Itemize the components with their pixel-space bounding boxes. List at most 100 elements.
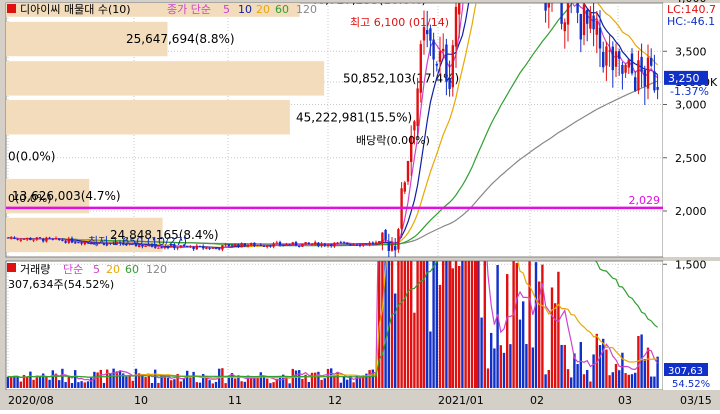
candle-body [45,237,48,242]
legend-ma20: 20 [256,3,270,16]
volume-bar [134,368,138,388]
candle-body [259,244,262,246]
candle-body [634,77,637,91]
volume-bar [26,376,29,388]
volume-bar [307,381,310,388]
volume-bar [541,264,544,388]
support-line-value: 2,029 [629,194,661,207]
volume-bar [410,261,413,388]
candle-body [278,242,282,246]
volume-bar [13,375,16,388]
volume-bar [272,382,275,388]
candle-body [42,238,45,242]
volume-bar [266,378,269,388]
volume-bar [528,261,531,388]
volume-bar [339,382,342,388]
candle-body [262,245,266,247]
candle-body [602,51,605,68]
volume-bar [598,345,602,388]
stock-chart-svg: 69,101,207(23.6%)(5,280.00 ~ 4,889.00)14… [0,0,720,410]
candle-body [230,245,234,247]
candle-body [291,242,294,245]
volume-bar [32,379,35,388]
candle-body [211,247,214,249]
volume-bar [131,380,134,388]
candle-body [592,15,595,30]
candle-body [301,243,304,247]
volume-bar [326,368,330,388]
candle-body [582,4,586,36]
volume-bar [320,379,323,388]
volume-bar [570,377,573,388]
volume-bar [112,368,115,388]
volume-bar [208,380,211,388]
candle-body [266,245,269,248]
volume-bar [224,383,227,388]
x-tick-label: 02 [530,394,544,407]
candle-body [35,237,38,240]
volume-profile-bar [6,61,325,96]
x-tick-label: 11 [228,394,242,407]
volume-bar [608,375,611,388]
current-price: 3,250 [668,72,700,85]
candle-body [378,241,381,243]
candle-body [387,242,390,251]
volume-legend-ma120: 120 [146,263,167,276]
legend-ma10: 10 [238,3,252,16]
candle-body [195,245,198,250]
candle-body [640,56,643,72]
volume-profile-label: 25,647,694(8.8%) [126,32,235,46]
volume-bar [298,370,301,388]
candle-body [70,238,74,243]
zero-annotation: 0(0.0%) [8,192,52,205]
candle-body [298,245,301,247]
x-axis-area [0,390,720,410]
volume-bar [51,370,54,388]
candle-body [429,28,432,41]
volume-bar [602,338,605,388]
candle-body [221,245,224,250]
volume-bar [515,263,518,388]
candle-body [406,160,410,182]
candle-body [240,243,243,248]
volume-bar [61,368,64,388]
volume-bar [157,382,160,388]
volume-bar [83,382,86,388]
volume-bar [170,380,173,388]
candle-body [630,53,634,74]
candle-body [51,238,54,240]
candle-body [438,51,442,63]
ex-dividend-annotation: 배당락(0.00%) [356,134,430,147]
candle-body [390,243,394,251]
volume-bar [80,381,83,388]
volume-bar [74,370,77,388]
candle-body [237,244,240,247]
candle-body [310,244,314,246]
candle-body [38,237,42,239]
volume-legend-title: 거래량 [20,263,50,276]
volume-bar [624,373,627,388]
candle-body [304,242,307,245]
candle-body [32,239,35,241]
volume-bar [189,377,192,388]
candle-body [432,39,435,60]
volume-bar [259,372,262,388]
volume-bar [16,375,19,388]
candle-body [458,3,461,15]
volume-bar [192,371,195,388]
volume-bar [346,379,349,388]
candle-body [320,243,323,246]
volume-bar [19,381,22,388]
candle-body [326,244,330,246]
candle-body [397,229,400,250]
candle-body [54,238,58,240]
volume-bar [118,370,122,388]
candle-body [317,242,320,247]
candle-body [192,246,195,250]
volume-bar [451,268,454,388]
candle-body [589,12,592,29]
candle-body [419,44,422,93]
volume-bar [291,368,294,388]
price-tick-label: 1,500 [675,258,707,271]
volume-bar [269,383,272,388]
